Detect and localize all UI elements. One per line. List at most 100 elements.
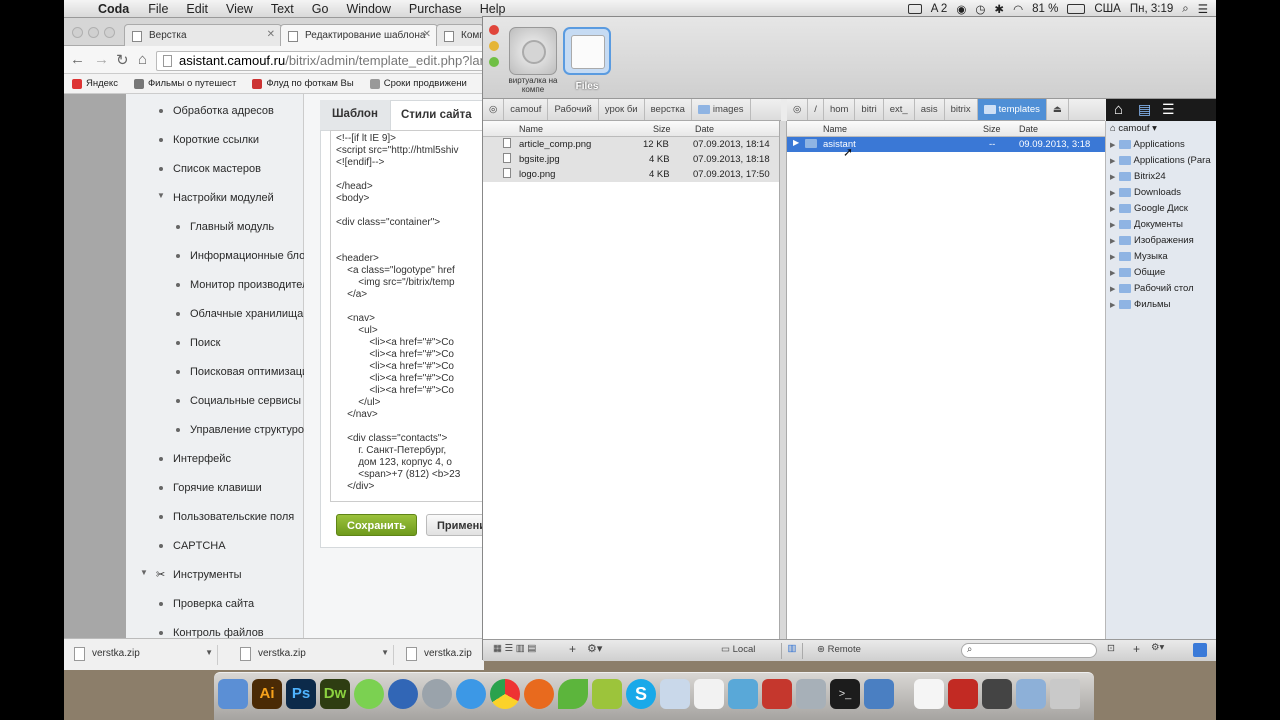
crumb[interactable]: asis	[915, 99, 945, 120]
crumb-current[interactable]: templates	[977, 99, 1047, 120]
bookmark[interactable]: Фильмы о путешест	[133, 78, 236, 89]
zoom-dot[interactable]	[489, 57, 499, 67]
chrome-icon[interactable]	[490, 679, 520, 709]
file-row[interactable]: ▶ asistant -- 09.09.2013, 3:18	[787, 137, 1105, 152]
notification-icon[interactable]: ☰	[1198, 2, 1208, 16]
trash-icon[interactable]	[1050, 679, 1080, 709]
col-date[interactable]: Date	[695, 124, 714, 134]
home-icon[interactable]: ⌂	[1114, 101, 1123, 118]
sidebar-item[interactable]: ▶ Applications	[1110, 139, 1185, 155]
menu-item[interactable]: Поиск	[126, 334, 304, 354]
crumb[interactable]: bitri	[855, 99, 884, 120]
file-row[interactable]: bgsite.jpg 4 KB 07.09.2013, 18:18	[483, 152, 779, 167]
input-source[interactable]: США	[1094, 3, 1121, 15]
preview-icon[interactable]	[660, 679, 690, 709]
menu-item[interactable]: ▼ ✂ Инструменты	[126, 566, 304, 586]
finder-icon[interactable]	[218, 679, 248, 709]
close-icon[interactable]: ✕	[267, 29, 275, 40]
file-row[interactable]: article_comp.png 12 KB 07.09.2013, 18:14	[483, 137, 779, 152]
add-icon[interactable]: +	[1133, 642, 1140, 656]
menu-item[interactable]: Управление структуро	[126, 421, 304, 441]
quicktime-icon[interactable]	[388, 679, 418, 709]
menu-item[interactable]: Интерфейс	[126, 450, 304, 470]
sidebar-item[interactable]: ▶ Bitrix24	[1110, 171, 1166, 187]
terminal-icon[interactable]: >_	[830, 679, 860, 709]
eject-icon[interactable]: ⏏	[1047, 99, 1069, 120]
zoom-dot[interactable]	[104, 27, 115, 38]
bluetooth-icon[interactable]: ✱	[994, 2, 1004, 16]
menu-item[interactable]: Горячие клавиши	[126, 479, 304, 499]
status-icon[interactable]: ◉	[956, 2, 966, 16]
sync-icon[interactable]	[864, 679, 894, 709]
menu-help[interactable]: Help	[471, 2, 515, 16]
crumb[interactable]: bitrix	[945, 99, 978, 120]
site-virtualka[interactable]	[509, 27, 557, 75]
crumb[interactable]: Рабочий	[548, 99, 599, 120]
download-item[interactable]: verstka.zip ▼	[68, 645, 218, 665]
spotlight-icon[interactable]: ⌕	[1182, 3, 1188, 16]
wifi-icon[interactable]: ◠	[1013, 2, 1023, 16]
panel-icon[interactable]: ⊡	[1107, 643, 1115, 654]
menu-text[interactable]: Text	[262, 2, 303, 16]
skype-icon[interactable]: S	[626, 679, 656, 709]
dreamweaver-icon[interactable]: Dw	[320, 679, 350, 709]
menu-item[interactable]: ▼ Настройки модулей	[126, 189, 304, 209]
list-icon[interactable]: ☰	[1162, 101, 1175, 118]
crumb[interactable]: hom	[824, 99, 856, 120]
minimize-dot[interactable]	[489, 41, 499, 51]
save-button[interactable]: Сохранить	[336, 514, 417, 536]
sidebar-item[interactable]: ▶ Общие	[1110, 267, 1165, 283]
minimize-dot[interactable]	[88, 27, 99, 38]
menu-item[interactable]: Пользовательские поля	[126, 508, 304, 528]
menu-view[interactable]: View	[217, 2, 262, 16]
menu-item[interactable]: Информационные блок	[126, 247, 304, 267]
crumb[interactable]: ext_	[884, 99, 915, 120]
local-button[interactable]: ▭ Local	[721, 644, 755, 655]
download-item[interactable]: verstka.zip	[400, 645, 484, 665]
time-machine-icon[interactable]: ◷	[975, 2, 985, 16]
reload-icon[interactable]: ↻	[116, 51, 129, 69]
search-input[interactable]: ⌕	[961, 643, 1097, 658]
sidebar-item[interactable]: ▶ Applications (Para	[1110, 155, 1211, 171]
pane-divider[interactable]	[779, 121, 787, 639]
menu-item[interactable]: Облачные хранилища	[126, 305, 304, 325]
menu-item[interactable]: Проверка сайта	[126, 595, 304, 615]
menu-app[interactable]: Coda	[94, 2, 139, 16]
file-row[interactable]: logo.png 4 KB 07.09.2013, 17:50	[483, 167, 779, 182]
split-view-icon[interactable]: ▥	[781, 643, 803, 659]
menu-item[interactable]: Социальные сервисы	[126, 392, 304, 412]
code-editor[interactable]: <!--[if lt IE 9]> <script src="http://ht…	[330, 130, 484, 502]
messages-icon[interactable]	[354, 679, 384, 709]
tab-verstka[interactable]: Верстка ✕	[124, 24, 282, 46]
battery-text[interactable]: 81 %	[1032, 3, 1058, 15]
illustrator-icon[interactable]: Ai	[252, 679, 282, 709]
sidebar-toggle-icon[interactable]	[1193, 643, 1207, 657]
sidebar-item[interactable]: ▶ Изображения	[1110, 235, 1194, 251]
tab-comp[interactable]: Комп	[436, 24, 484, 46]
tab-template[interactable]: Шаблон	[322, 100, 388, 130]
tab-template-edit[interactable]: Редактирование шаблона ✕	[280, 24, 438, 46]
bookmark[interactable]: Сроки продвижени	[369, 78, 467, 89]
crumb[interactable]: верстка	[645, 99, 692, 120]
menu-file[interactable]: File	[139, 2, 177, 16]
menu-item[interactable]: CAPTCHA	[126, 537, 304, 557]
menu-go[interactable]: Go	[303, 2, 338, 16]
forward-icon[interactable]: →	[94, 51, 109, 68]
home-icon[interactable]: ⌂	[138, 51, 147, 68]
camera-icon[interactable]	[982, 679, 1012, 709]
close-dot[interactable]	[72, 27, 83, 38]
textedit-icon[interactable]	[694, 679, 724, 709]
remote-button[interactable]: ⊛ Remote	[817, 644, 861, 655]
crumb[interactable]: images	[692, 99, 751, 120]
sidebar-item[interactable]: ▶ Рабочий стол	[1110, 283, 1194, 299]
menu-item[interactable]: Список мастеров	[126, 160, 304, 180]
menu-edit[interactable]: Edit	[177, 2, 217, 16]
url-bar[interactable]: asistant.camouf.ru/bitrix/admin/template…	[156, 51, 486, 71]
apply-button[interactable]: Примени	[426, 514, 484, 536]
document-icon[interactable]	[914, 679, 944, 709]
display-icon[interactable]	[907, 4, 922, 14]
sidebar-item[interactable]: ▶ Downloads	[1110, 187, 1181, 203]
close-dot[interactable]	[489, 25, 499, 35]
col-size[interactable]: Size	[983, 124, 1001, 134]
sidebar-item[interactable]: ▶ Документы	[1110, 219, 1183, 235]
